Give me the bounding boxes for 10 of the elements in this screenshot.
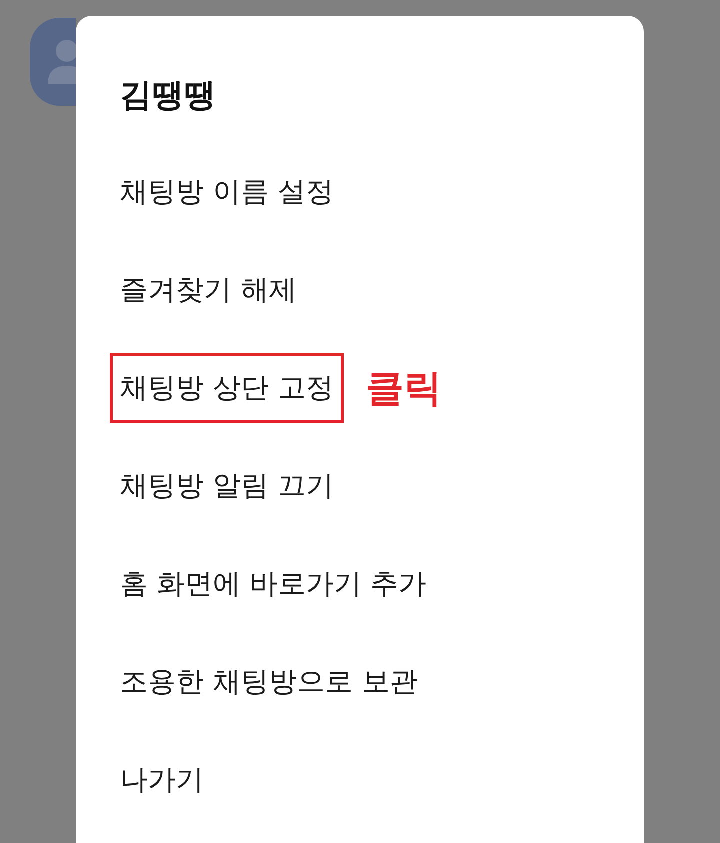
menu-item[interactable]: 즐겨찾기 해제 [120,270,297,310]
menu-item[interactable]: 조용한 채팅방으로 보관 [120,662,418,702]
annotation-text: 클릭 [366,364,442,412]
dialog-title: 김땡땡 [120,76,216,114]
menu-item[interactable]: 채팅방 상단 고정 [110,353,344,423]
avatar-icon [30,18,76,106]
menu-item[interactable]: 나가기 [120,760,204,800]
menu-item[interactable]: 채팅방 이름 설정 [120,172,334,212]
menu-item[interactable]: 홈 화면에 바로가기 추가 [120,564,427,604]
menu-item[interactable]: 채팅방 알림 끄기 [120,466,334,506]
